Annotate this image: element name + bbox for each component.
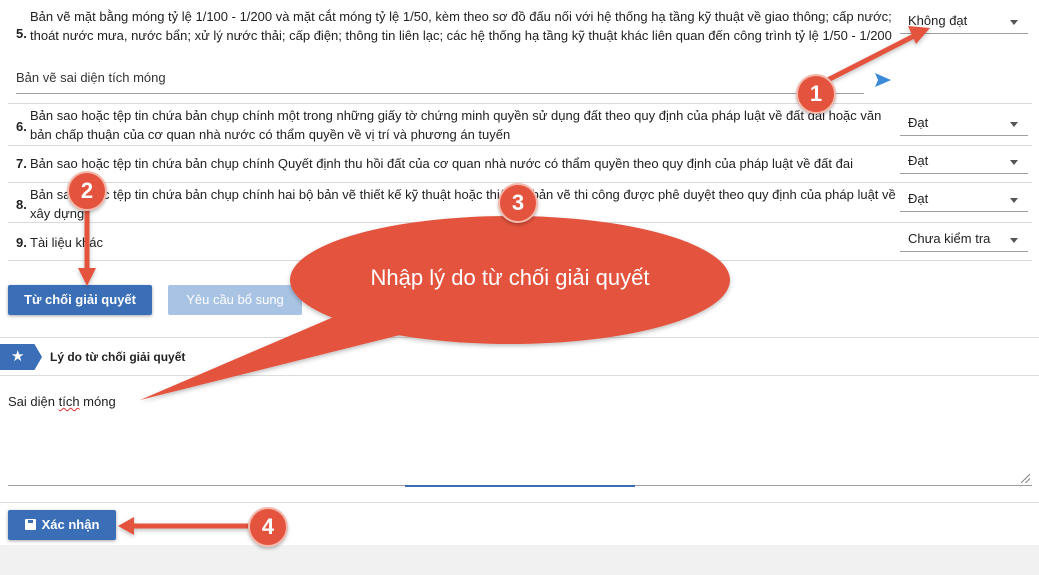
document-description: Bản vẽ mặt bằng móng tỷ lệ 1/100 - 1/200… (30, 9, 892, 43)
request-supplement-button[interactable]: Yêu cầu bổ sung (168, 285, 302, 315)
row-number: 7. (16, 156, 27, 171)
step-badge-3: 3 (498, 183, 538, 223)
document-description: Tài liệu khác (30, 235, 103, 250)
chevron-down-icon (1010, 160, 1018, 165)
row-number: 6. (16, 119, 27, 134)
status-select[interactable]: Đạt (900, 150, 1028, 174)
speech-bubble-text: Nhập lý do từ chối giải quyết (370, 265, 650, 290)
reason-textarea[interactable]: Sai diện tích móng (8, 388, 1032, 486)
document-description: Bản sao hoặc tệp tin chứa bản chụp chính… (30, 187, 896, 221)
status-value: Đạt (908, 115, 929, 130)
document-row-7: 7. Bản sao hoặc tệp tin chứa bản chụp ch… (8, 146, 1032, 183)
step-badge-1: 1 (796, 74, 836, 114)
footer-bar (0, 545, 1039, 575)
divider (0, 375, 1039, 376)
status-value: Đạt (908, 191, 929, 206)
confirm-label: Xác nhận (41, 517, 100, 532)
chevron-down-icon (1010, 20, 1018, 25)
resize-handle-icon[interactable] (1021, 474, 1030, 483)
reason-text-start: Sai diện (8, 394, 59, 409)
reject-button[interactable]: Từ chối giải quyết (8, 285, 152, 315)
row-number: 9. (16, 235, 27, 250)
chevron-down-icon (1010, 198, 1018, 203)
document-description: Bản sao hoặc tệp tin chứa bản chụp chính… (30, 156, 853, 171)
status-select[interactable]: Đạt (900, 188, 1028, 212)
status-select[interactable]: Chưa kiểm tra (900, 228, 1028, 252)
status-value: Không đạt (908, 13, 968, 28)
status-select[interactable]: Không đạt (900, 10, 1028, 34)
divider (0, 502, 1039, 503)
reason-section-header: ★ Lý do từ chối giải quyết (0, 344, 1039, 374)
divider (0, 337, 1039, 338)
document-row-9: 9. Tài liệu khác Chưa kiểm tra (8, 223, 1032, 261)
note-input[interactable]: Bản vẽ sai diện tích móng (16, 66, 864, 94)
document-description: Bản sao hoặc tệp tin chứa bản chụp chính… (30, 108, 882, 142)
save-icon (24, 519, 36, 530)
document-row-5: 5. Bản vẽ mặt bằng móng tỷ lệ 1/100 - 1/… (8, 0, 1032, 104)
focus-indicator (405, 485, 635, 487)
status-value: Đạt (908, 153, 929, 168)
chevron-down-icon (1010, 122, 1018, 127)
star-icon: ★ (0, 344, 42, 370)
status-select[interactable]: Đạt (900, 112, 1028, 136)
send-icon[interactable] (874, 72, 892, 88)
row-number: 8. (16, 197, 27, 212)
row-number: 5. (16, 26, 27, 41)
confirm-button[interactable]: Xác nhận (8, 510, 116, 540)
document-row-6: 6. Bản sao hoặc tệp tin chứa bản chụp ch… (8, 104, 1032, 146)
step-badge-2: 2 (67, 171, 107, 211)
annotation-arrow-4 (118, 517, 250, 535)
step-badge-4: 4 (248, 507, 288, 547)
spellcheck-flagged-word: tích (58, 394, 80, 409)
chevron-down-icon (1010, 238, 1018, 243)
status-value: Chưa kiểm tra (908, 231, 991, 246)
reason-section-title: Lý do từ chối giải quyết (50, 350, 186, 364)
reason-text-end: móng (79, 394, 116, 409)
